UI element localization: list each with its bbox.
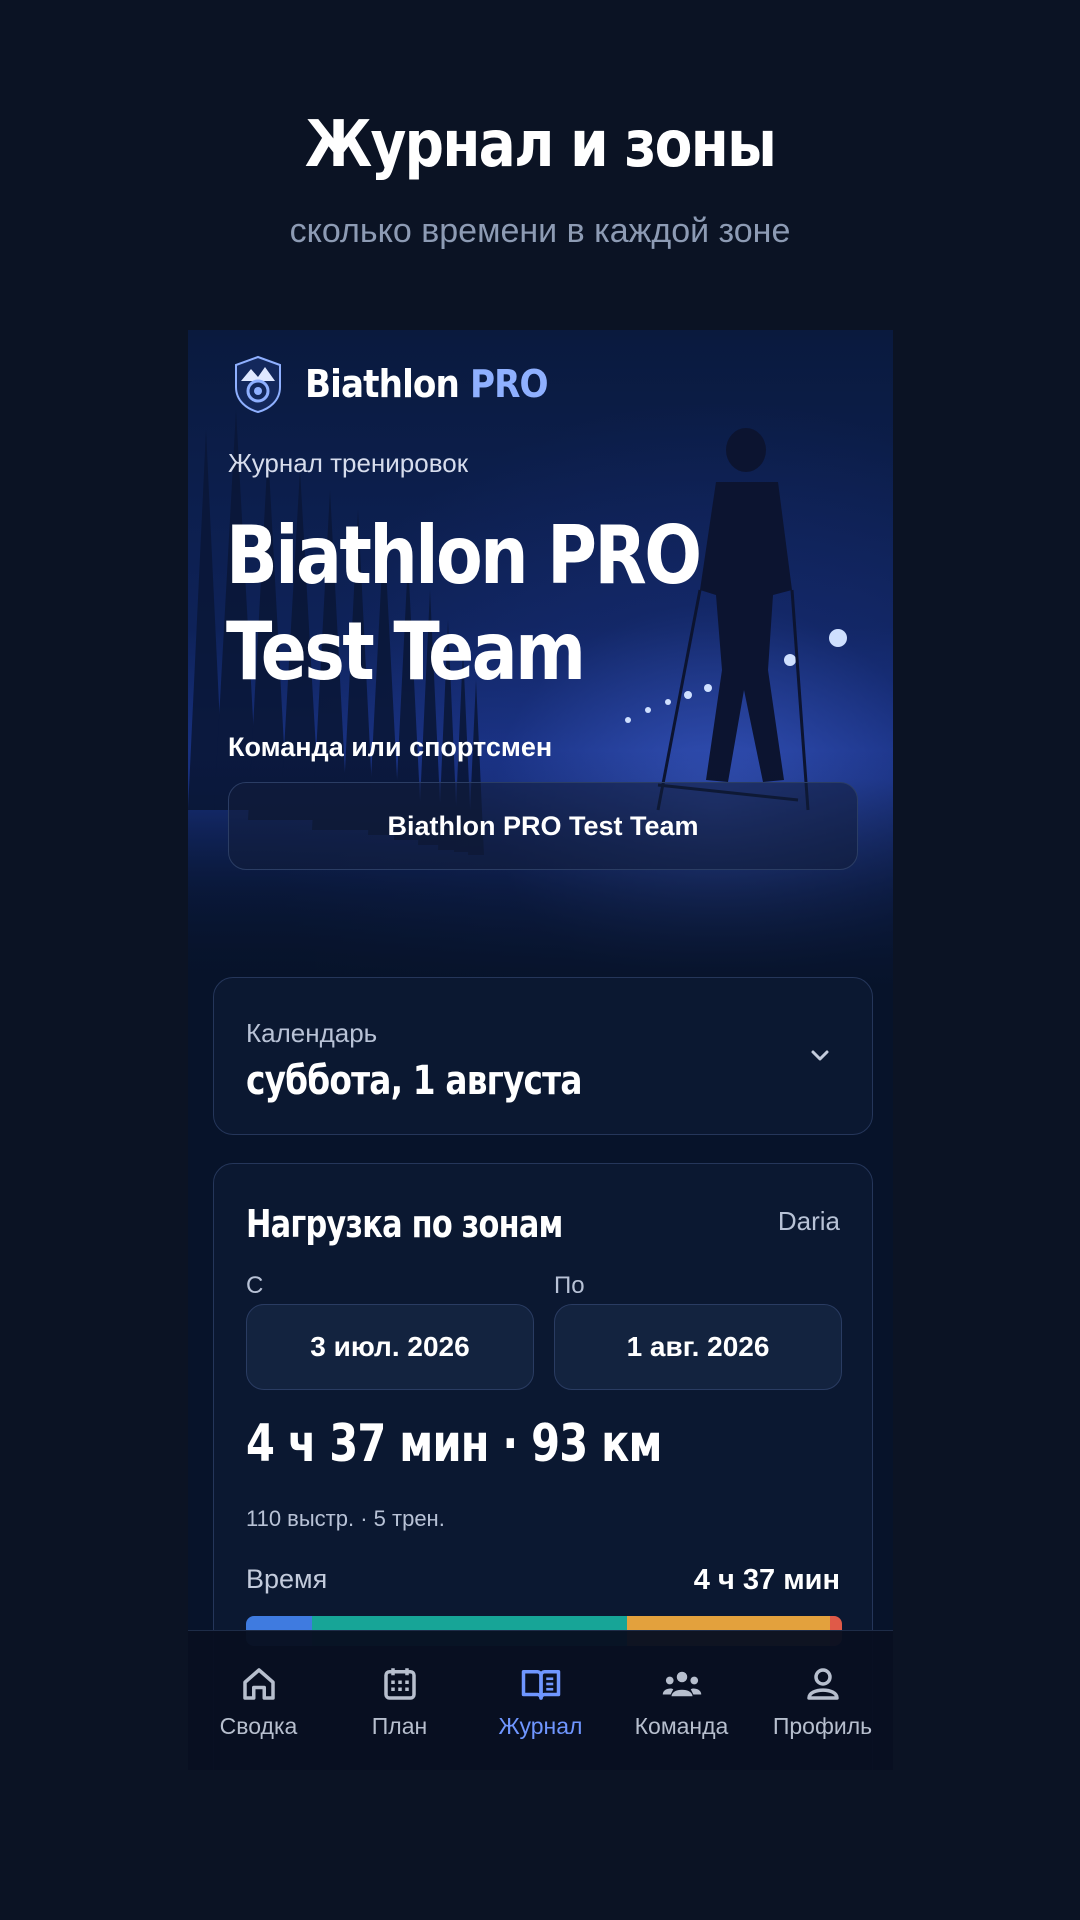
bottom-nav: Сводка План Журнал Команда Профиль [188,1630,893,1770]
nav-label: Профиль [772,1713,873,1739]
team-title: Biathlon PRO Test Team [226,509,702,698]
team-select[interactable]: Biathlon PRO Test Team [228,782,858,870]
time-label: Время [246,1564,328,1594]
time-value: 4 ч 37 мин [693,1564,840,1596]
team-icon [662,1671,701,1697]
to-date-picker[interactable]: 1 авг. 2026 [554,1304,842,1390]
calendar-date: суббота, 1 августа [246,1058,582,1104]
calendar-card[interactable]: Календарь суббота, 1 августа [213,977,873,1135]
brand-header: Biathlon PRO [233,355,575,413]
biathlon-logo-icon [235,355,281,413]
nav-item-team[interactable]: Команда [611,1631,752,1770]
from-label: С [246,1272,264,1299]
chevron-down-icon[interactable] [808,1044,832,1068]
hero-banner: Biathlon PRO Журнал тренировок Biathlon … [188,330,893,990]
counts-summary: 110 выстр. · 5 трен. [246,1506,445,1531]
brand-pro: PRO [469,362,549,406]
to-label: По [554,1272,585,1299]
from-date-picker[interactable]: 3 июл. 2026 [246,1304,534,1390]
nav-item-plan[interactable]: План [329,1631,470,1770]
nav-label: План [371,1713,428,1739]
nav-item-profile[interactable]: Профиль [752,1631,893,1770]
home-icon [242,1668,275,1700]
journal-label: Журнал тренировок [228,448,469,478]
nav-item-summary[interactable]: Сводка [188,1631,329,1770]
promo-subtitle: сколько времени в каждой зоне [289,212,791,250]
book-icon [521,1670,560,1700]
totals-summary: 4 ч 37 мин · 93 км [246,1414,663,1474]
nav-label: Журнал [498,1713,583,1739]
app-screen: Biathlon PRO Журнал тренировок Biathlon … [188,330,893,1770]
nav-item-journal[interactable]: Журнал [470,1631,611,1770]
nav-label: Команда [634,1713,729,1739]
calendar-icon [383,1668,416,1700]
brand-name: Biathlon PRO [305,362,549,406]
zones-user: Daria [777,1206,840,1236]
nav-label: Сводка [219,1713,298,1739]
zones-title: Нагрузка по зонам [246,1202,563,1246]
promo-title: Журнал и зоны [304,108,777,182]
profile-icon [806,1668,839,1700]
team-field-label: Команда или спортсмен [228,732,553,762]
calendar-label: Календарь [246,1018,378,1048]
